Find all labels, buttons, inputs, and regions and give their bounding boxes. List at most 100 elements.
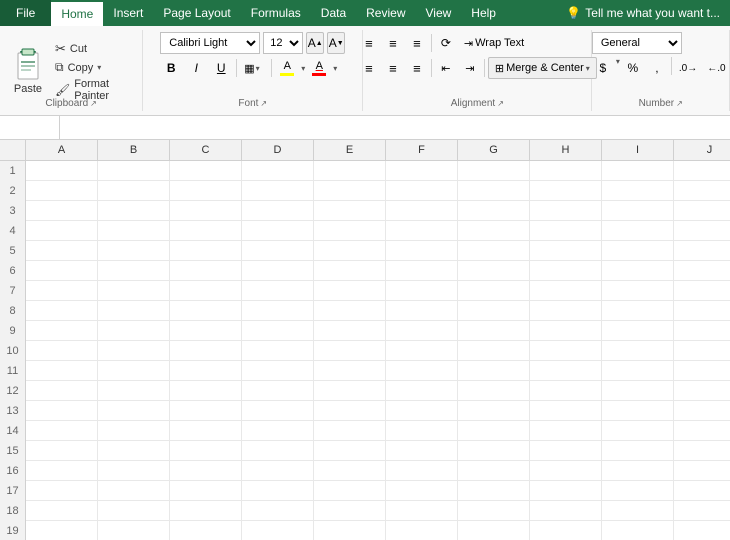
copy-button[interactable]: ⧉ Copy ▾ [52, 59, 136, 76]
menu-page-layout[interactable]: Page Layout [153, 0, 240, 26]
menu-help[interactable]: Help [461, 0, 506, 26]
cell-G5[interactable] [458, 241, 530, 261]
cell-C4[interactable] [170, 221, 242, 241]
cell-D19[interactable] [242, 521, 314, 540]
cell-F1[interactable] [386, 161, 458, 181]
cell-J5[interactable] [674, 241, 730, 261]
cell-C11[interactable] [170, 361, 242, 381]
cell-B16[interactable] [98, 461, 170, 481]
cell-C7[interactable] [170, 281, 242, 301]
col-header-b[interactable]: B [98, 140, 170, 160]
cell-B10[interactable] [98, 341, 170, 361]
cell-J13[interactable] [674, 401, 730, 421]
cell-D5[interactable] [242, 241, 314, 261]
cell-G14[interactable] [458, 421, 530, 441]
align-middle-button[interactable]: ≡ [382, 32, 404, 54]
cell-G10[interactable] [458, 341, 530, 361]
cell-C2[interactable] [170, 181, 242, 201]
font-expand-icon[interactable]: ↗ [260, 99, 267, 108]
cell-I13[interactable] [602, 401, 674, 421]
cell-E13[interactable] [314, 401, 386, 421]
cell-J12[interactable] [674, 381, 730, 401]
cell-B14[interactable] [98, 421, 170, 441]
col-header-f[interactable]: F [386, 140, 458, 160]
cell-B1[interactable] [98, 161, 170, 181]
decrease-indent-button[interactable]: ⇤ [435, 57, 457, 79]
cell-A18[interactable] [26, 501, 98, 521]
cell-J10[interactable] [674, 341, 730, 361]
cell-H4[interactable] [530, 221, 602, 241]
cut-button[interactable]: ✂ Cut [52, 40, 136, 58]
cell-E3[interactable] [314, 201, 386, 221]
cell-C15[interactable] [170, 441, 242, 461]
cell-C10[interactable] [170, 341, 242, 361]
cell-J7[interactable] [674, 281, 730, 301]
cell-D8[interactable] [242, 301, 314, 321]
cell-D6[interactable] [242, 261, 314, 281]
cell-G3[interactable] [458, 201, 530, 221]
col-header-i[interactable]: I [602, 140, 674, 160]
cell-A4[interactable] [26, 221, 98, 241]
cell-A16[interactable] [26, 461, 98, 481]
fill-color-dropdown[interactable]: ▾ [301, 64, 305, 73]
cell-E4[interactable] [314, 221, 386, 241]
paste-button[interactable]: Paste [6, 45, 50, 97]
cell-G2[interactable] [458, 181, 530, 201]
formula-input[interactable] [60, 122, 730, 134]
comma-button[interactable]: , [646, 57, 668, 79]
cell-J3[interactable] [674, 201, 730, 221]
cell-J17[interactable] [674, 481, 730, 501]
cell-E11[interactable] [314, 361, 386, 381]
cell-H16[interactable] [530, 461, 602, 481]
cell-D3[interactable] [242, 201, 314, 221]
bold-button[interactable]: B [160, 57, 182, 79]
cell-H12[interactable] [530, 381, 602, 401]
cell-I18[interactable] [602, 501, 674, 521]
cell-B3[interactable] [98, 201, 170, 221]
cell-D4[interactable] [242, 221, 314, 241]
cell-D15[interactable] [242, 441, 314, 461]
font-name-select[interactable]: Calibri Light [160, 32, 260, 54]
cell-A10[interactable] [26, 341, 98, 361]
cell-J6[interactable] [674, 261, 730, 281]
col-header-c[interactable]: C [170, 140, 242, 160]
orient-button[interactable]: ⟳ [435, 32, 457, 54]
cell-F6[interactable] [386, 261, 458, 281]
cell-A3[interactable] [26, 201, 98, 221]
cell-F18[interactable] [386, 501, 458, 521]
cell-H13[interactable] [530, 401, 602, 421]
cell-H11[interactable] [530, 361, 602, 381]
name-box[interactable] [0, 116, 60, 139]
cell-C1[interactable] [170, 161, 242, 181]
percent-button[interactable]: % [622, 57, 644, 79]
cell-C16[interactable] [170, 461, 242, 481]
cell-H17[interactable] [530, 481, 602, 501]
cell-D18[interactable] [242, 501, 314, 521]
cell-H5[interactable] [530, 241, 602, 261]
cell-I3[interactable] [602, 201, 674, 221]
cell-I15[interactable] [602, 441, 674, 461]
cell-D14[interactable] [242, 421, 314, 441]
cell-H18[interactable] [530, 501, 602, 521]
cell-E2[interactable] [314, 181, 386, 201]
cell-B6[interactable] [98, 261, 170, 281]
cell-A12[interactable] [26, 381, 98, 401]
increase-indent-button[interactable]: ⇥ [459, 57, 481, 79]
menu-file[interactable]: File [0, 0, 51, 26]
cell-H6[interactable] [530, 261, 602, 281]
cell-D13[interactable] [242, 401, 314, 421]
cell-B15[interactable] [98, 441, 170, 461]
cell-I11[interactable] [602, 361, 674, 381]
cell-G8[interactable] [458, 301, 530, 321]
col-header-e[interactable]: E [314, 140, 386, 160]
align-center-button[interactable]: ≡ [382, 57, 404, 79]
cell-I12[interactable] [602, 381, 674, 401]
merge-center-button[interactable]: ⊞ Merge & Center ▾ [488, 57, 597, 79]
cell-F13[interactable] [386, 401, 458, 421]
cell-I16[interactable] [602, 461, 674, 481]
cell-G11[interactable] [458, 361, 530, 381]
cell-E18[interactable] [314, 501, 386, 521]
col-header-a[interactable]: A [26, 140, 98, 160]
cell-F2[interactable] [386, 181, 458, 201]
align-top-button[interactable]: ≡ [358, 32, 380, 54]
